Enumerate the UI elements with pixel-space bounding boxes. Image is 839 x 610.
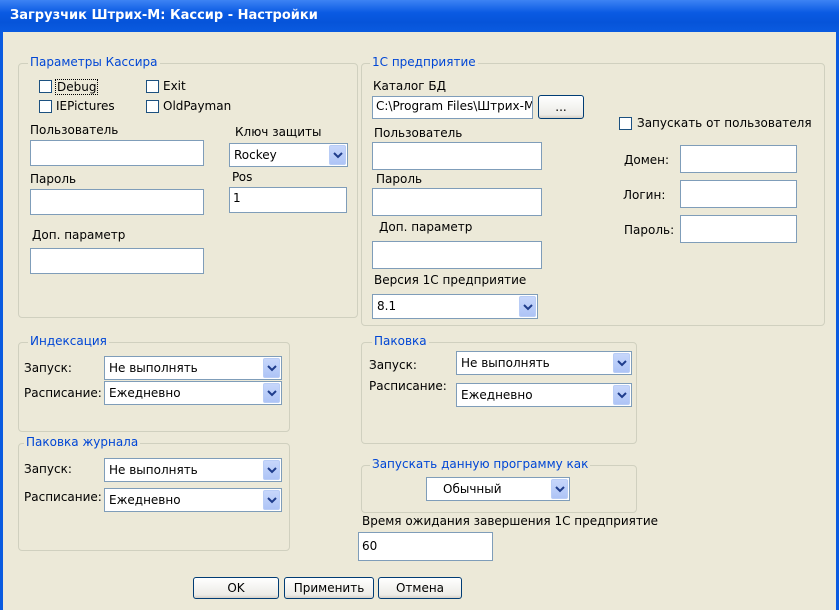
catalog-label: Каталог БД bbox=[373, 79, 446, 93]
enterprise-password-label: Пароль bbox=[376, 172, 423, 186]
pos-input[interactable]: 1 bbox=[229, 187, 347, 213]
login-input[interactable] bbox=[680, 180, 797, 208]
key-label: Ключ защиты bbox=[235, 125, 322, 139]
indexing-schedule-select[interactable]: Ежедневно bbox=[104, 381, 282, 405]
ok-button[interactable]: OK bbox=[193, 577, 279, 599]
domain-input[interactable] bbox=[680, 145, 797, 173]
cashier-extra-input[interactable] bbox=[30, 248, 204, 274]
indexing-launch-value: Не выполнять bbox=[109, 361, 198, 375]
iepictures-label[interactable]: IEPictures bbox=[56, 99, 115, 113]
journal-launch-label: Запуск: bbox=[24, 462, 72, 476]
version-label: Версия 1С предприятие bbox=[374, 273, 527, 287]
packing-launch-select[interactable]: Не выполнять bbox=[456, 351, 632, 375]
enterprise-extra-input[interactable] bbox=[372, 241, 542, 269]
cashier-extra-label: Доп. параметр bbox=[32, 228, 126, 242]
chevron-down-icon[interactable] bbox=[613, 353, 630, 373]
version-select[interactable]: 8.1 bbox=[372, 294, 538, 319]
pass-input[interactable] bbox=[680, 215, 797, 243]
wait-label: Время ожидания завершения 1С предприятие bbox=[362, 514, 659, 528]
enterprise-password-input[interactable] bbox=[372, 188, 542, 216]
journal-launch-select[interactable]: Не выполнять bbox=[104, 458, 282, 482]
journal-schedule-value: Ежедневно bbox=[109, 493, 181, 507]
packing-schedule-value: Ежедневно bbox=[461, 388, 533, 402]
cashier-password-input[interactable] bbox=[30, 189, 204, 215]
chevron-down-icon[interactable] bbox=[263, 383, 280, 403]
pos-label: Pos bbox=[232, 170, 253, 184]
window-title: Загрузчик Штрих-М: Кассир - Настройки bbox=[10, 8, 318, 23]
wait-input[interactable]: 60 bbox=[358, 532, 493, 561]
enterprise-extra-label: Доп. параметр bbox=[379, 220, 473, 234]
indexing-launch-label: Запуск: bbox=[24, 361, 72, 375]
version-select-value: 8.1 bbox=[377, 299, 397, 313]
key-select[interactable]: Rockey bbox=[229, 143, 348, 167]
packing-launch-value: Не выполнять bbox=[461, 356, 550, 370]
chevron-down-icon[interactable] bbox=[519, 296, 536, 317]
packing-schedule-select[interactable]: Ежедневно bbox=[456, 383, 632, 407]
chevron-down-icon[interactable] bbox=[551, 479, 568, 499]
catalog-input[interactable]: C:\Program Files\Штрих-М bbox=[372, 96, 533, 119]
login-label: Логин: bbox=[623, 188, 666, 202]
indexing-schedule-value: Ежедневно bbox=[109, 386, 181, 400]
chevron-down-icon[interactable] bbox=[263, 358, 280, 378]
apply-button[interactable]: Применить bbox=[284, 577, 374, 599]
chevron-down-icon[interactable] bbox=[329, 145, 346, 165]
journal-schedule-label: Расписание: bbox=[24, 490, 102, 504]
enterprise-user-input[interactable] bbox=[372, 142, 542, 170]
chevron-down-icon[interactable] bbox=[263, 460, 280, 480]
indexing-legend: Индексация bbox=[28, 334, 109, 348]
domain-label: Домен: bbox=[624, 153, 670, 167]
packing-legend: Паковка bbox=[372, 334, 429, 348]
key-select-value: Rockey bbox=[234, 148, 277, 162]
packing-schedule-label: Расписание: bbox=[369, 379, 447, 393]
journal-packing-legend: Паковка журнала bbox=[24, 435, 141, 449]
cashier-user-label: Пользователь bbox=[30, 123, 119, 137]
debug-checkbox[interactable] bbox=[39, 80, 52, 93]
journal-schedule-select[interactable]: Ежедневно bbox=[104, 488, 282, 512]
oldpayman-label[interactable]: OldPayman bbox=[163, 99, 231, 113]
browse-button[interactable]: ... bbox=[538, 95, 584, 119]
run-as-user-label[interactable]: Запускать от пользователя bbox=[637, 116, 812, 130]
pass-label: Пароль: bbox=[624, 223, 675, 237]
run-mode-select[interactable]: Обычный bbox=[426, 477, 570, 501]
cashier-password-label: Пароль bbox=[30, 172, 77, 186]
journal-launch-value: Не выполнять bbox=[109, 463, 198, 477]
run-as-user-checkbox[interactable] bbox=[619, 117, 632, 130]
run-mode-value: Обычный bbox=[443, 482, 502, 496]
indexing-launch-select[interactable]: Не выполнять bbox=[104, 356, 282, 380]
cashier-legend: Параметры Кассира bbox=[28, 55, 160, 69]
enterprise-legend: 1С предприятие bbox=[370, 55, 478, 69]
chevron-down-icon[interactable] bbox=[613, 385, 630, 405]
debug-label[interactable]: Debug bbox=[55, 79, 99, 95]
settings-window: Загрузчик Штрих-М: Кассир - Настройки Па… bbox=[0, 0, 839, 610]
exit-label[interactable]: Exit bbox=[163, 79, 186, 93]
window-frame-left bbox=[0, 32, 3, 610]
title-bar[interactable]: Загрузчик Штрих-М: Кассир - Настройки bbox=[0, 0, 839, 32]
iepictures-checkbox[interactable] bbox=[39, 100, 52, 113]
enterprise-user-label: Пользователь bbox=[374, 126, 463, 140]
oldpayman-checkbox[interactable] bbox=[146, 100, 159, 113]
chevron-down-icon[interactable] bbox=[263, 490, 280, 510]
indexing-schedule-label: Расписание: bbox=[24, 386, 102, 400]
run-mode-legend: Запускать данную программу как bbox=[370, 457, 591, 471]
packing-launch-label: Запуск: bbox=[369, 358, 417, 372]
exit-checkbox[interactable] bbox=[146, 80, 159, 93]
cashier-user-input[interactable] bbox=[30, 140, 204, 166]
cancel-button[interactable]: Отмена bbox=[378, 577, 462, 599]
